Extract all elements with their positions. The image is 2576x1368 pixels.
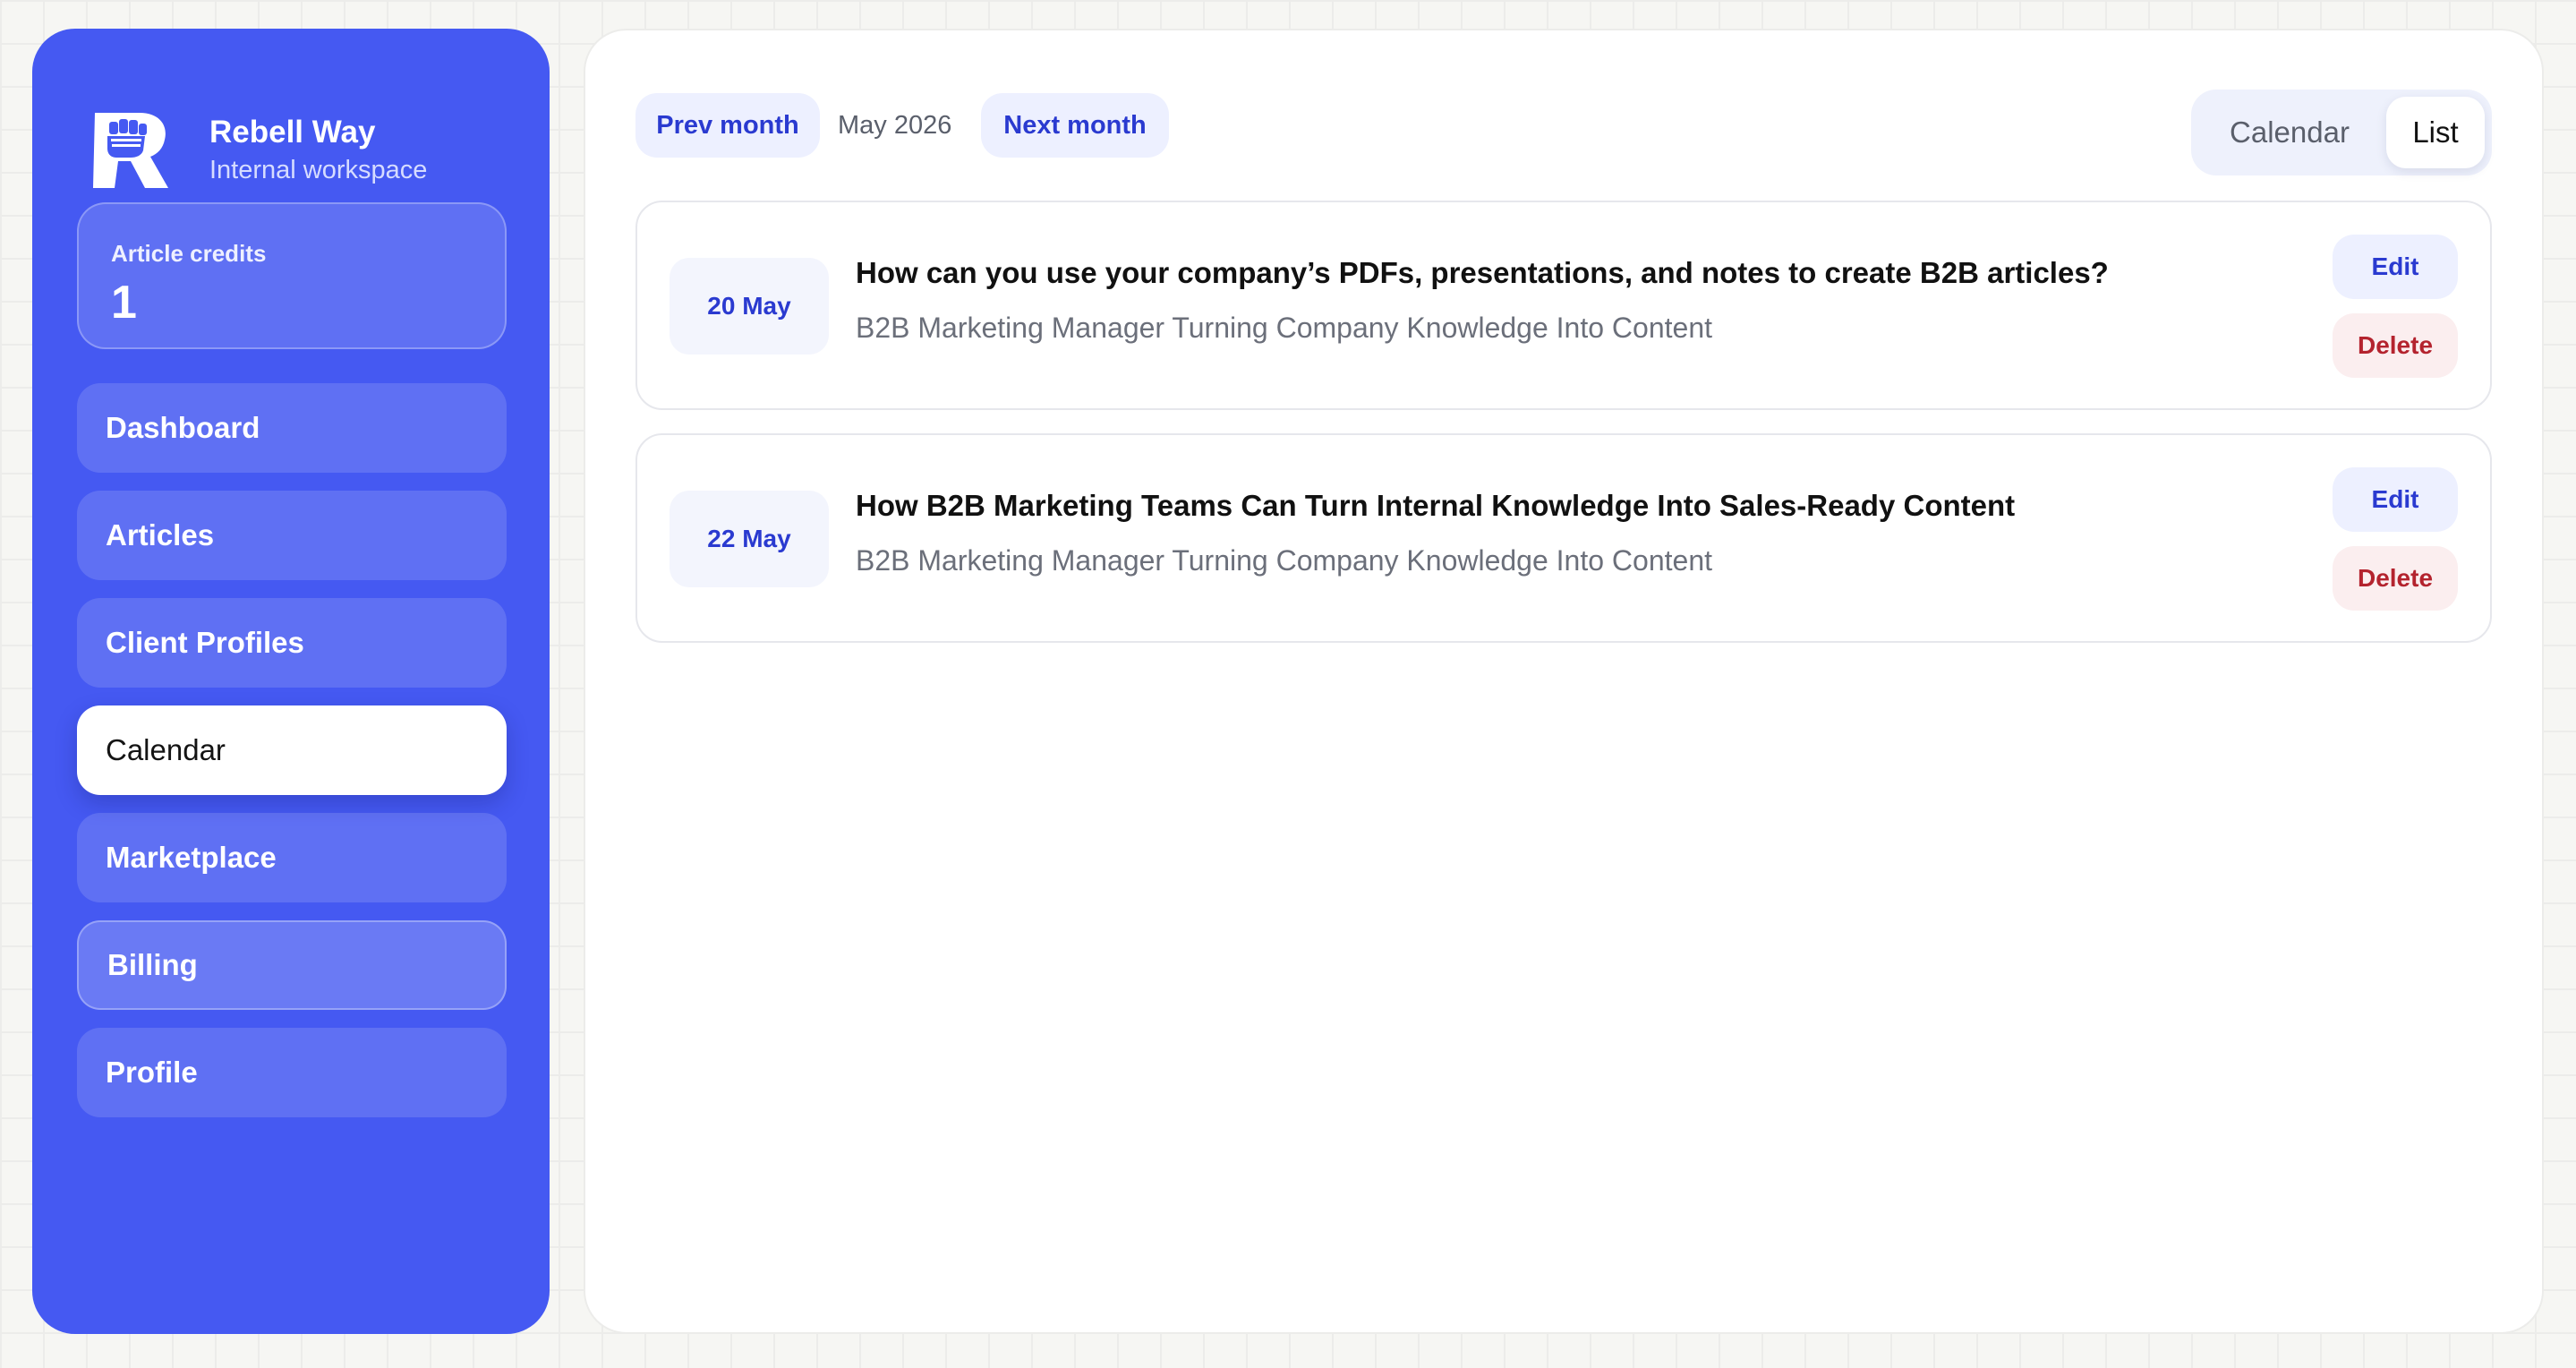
delete-button[interactable]: Delete bbox=[2333, 546, 2458, 611]
sidebar-item-billing[interactable]: Billing bbox=[77, 920, 507, 1010]
article-subtitle: B2B Marketing Manager Turning Company Kn… bbox=[856, 312, 1712, 344]
view-toggle-calendar[interactable]: Calendar bbox=[2209, 90, 2370, 175]
credits-value: 1 bbox=[111, 277, 137, 329]
delete-button[interactable]: Delete bbox=[2333, 313, 2458, 378]
sidebar-item-articles[interactable]: Articles bbox=[77, 491, 507, 580]
article-title: How can you use your company’s PDFs, pre… bbox=[856, 256, 2109, 289]
article-title: How B2B Marketing Teams Can Turn Interna… bbox=[856, 489, 2016, 522]
fist-r-logo-icon bbox=[93, 113, 168, 188]
article-card: 20 May How can you use your company’s PD… bbox=[635, 201, 2492, 410]
sidebar-item-profile[interactable]: Profile bbox=[77, 1028, 507, 1117]
edit-button[interactable]: Edit bbox=[2333, 467, 2458, 532]
credits-label: Article credits bbox=[111, 240, 267, 267]
current-month-label: May 2026 bbox=[838, 111, 952, 140]
sidebar-item-dashboard[interactable]: Dashboard bbox=[77, 383, 507, 473]
view-toggle: Calendar List bbox=[2191, 90, 2492, 175]
prev-month-button[interactable]: Prev month bbox=[635, 93, 820, 158]
article-card: 22 May How B2B Marketing Teams Can Turn … bbox=[635, 433, 2492, 643]
article-subtitle: B2B Marketing Manager Turning Company Kn… bbox=[856, 544, 1712, 577]
edit-button[interactable]: Edit bbox=[2333, 235, 2458, 299]
view-toggle-list[interactable]: List bbox=[2386, 97, 2485, 168]
next-month-button[interactable]: Next month bbox=[981, 93, 1169, 158]
sidebar-item-client-profiles[interactable]: Client Profiles bbox=[77, 598, 507, 688]
calendar-toolbar: Prev month May 2026 Next month Calendar … bbox=[635, 90, 2492, 175]
sidebar-item-calendar[interactable]: Calendar bbox=[77, 705, 507, 795]
article-credits-card: Article credits 1 bbox=[77, 202, 507, 349]
date-badge: 20 May bbox=[670, 258, 829, 355]
sidebar: Rebell Way Internal workspace Article cr… bbox=[32, 29, 550, 1334]
sidebar-item-marketplace[interactable]: Marketplace bbox=[77, 813, 507, 902]
main-panel: Prev month May 2026 Next month Calendar … bbox=[584, 29, 2544, 1334]
brand-name: Rebell Way bbox=[209, 115, 376, 150]
date-badge: 22 May bbox=[670, 491, 829, 587]
brand-subtitle: Internal workspace bbox=[209, 156, 428, 184]
